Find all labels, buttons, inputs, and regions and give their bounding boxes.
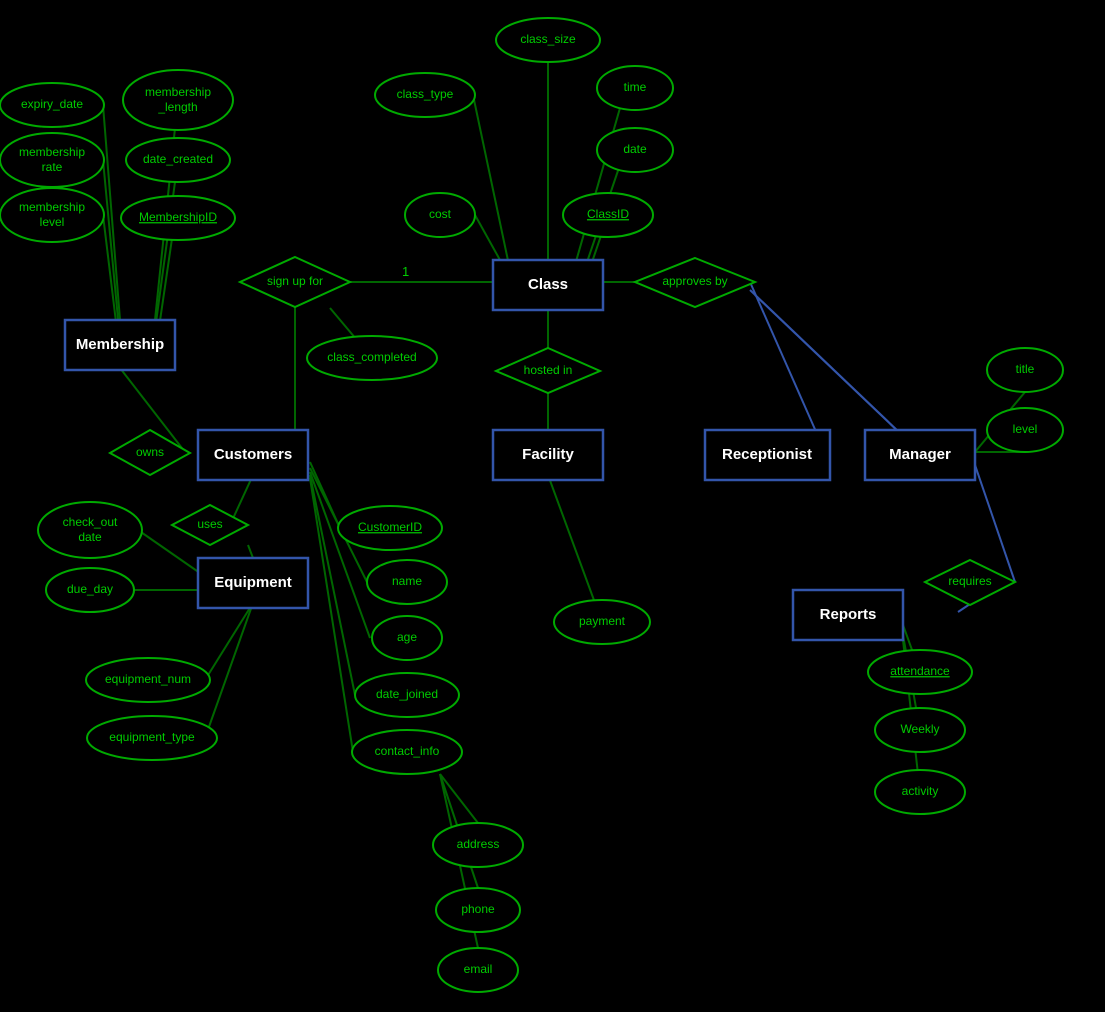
attr-email-label: email xyxy=(464,962,493,976)
attr-name-label: name xyxy=(392,574,422,588)
attr-date-joined-label: date_joined xyxy=(376,687,438,701)
entity-facility-label: Facility xyxy=(522,446,574,463)
attr-due-day-label: due_day xyxy=(67,582,113,596)
attr-attendance-label: attendance xyxy=(890,664,950,678)
attr-expiry-date-label: expiry_date xyxy=(21,97,83,111)
diamond-requires-label: requires xyxy=(948,574,991,588)
attr-payment-label: payment xyxy=(579,614,626,628)
entity-membership-label: Membership xyxy=(76,336,164,353)
entity-equipment-label: Equipment xyxy=(214,574,292,591)
attr-cost-label: cost xyxy=(429,207,452,221)
attr-title-label: title xyxy=(1016,362,1035,376)
diamond-hosted-in-label: hosted in xyxy=(524,363,573,377)
entity-manager-label: Manager xyxy=(889,446,951,463)
attr-membership-length-label: membership xyxy=(145,85,211,99)
diamond-approves-by-label: approves by xyxy=(662,274,727,288)
attr-date-label: date xyxy=(623,142,647,156)
attr-class-type-label: class_type xyxy=(397,87,454,101)
attr-age-label: age xyxy=(397,630,417,644)
er-diagram: Membership Customers Class Facility Rece… xyxy=(0,0,1105,1012)
attr-membership-length-label2: _length xyxy=(157,100,197,114)
diamond-owns-label: owns xyxy=(136,445,164,459)
attr-check-out-date-label: check_out xyxy=(63,515,118,529)
attr-check-out-date-label2: date xyxy=(78,530,102,544)
attr-customer-id-label: CustomerID xyxy=(358,520,422,534)
attr-class-size-label: class_size xyxy=(520,32,576,46)
attr-membership-level-label2: level xyxy=(40,215,65,229)
attr-class-completed-label: class_completed xyxy=(327,350,416,364)
attr-membership-level-label: membership xyxy=(19,200,85,214)
attr-membership-rate-label2: rate xyxy=(42,160,63,174)
entity-receptionist-label: Receptionist xyxy=(722,446,812,463)
entity-class-label: Class xyxy=(528,276,568,293)
attr-equipment-type-label: equipment_type xyxy=(109,730,195,744)
attr-membership-rate-label: membership xyxy=(19,145,85,159)
attr-address-label: address xyxy=(457,837,500,851)
attr-activity-label: activity xyxy=(902,784,939,798)
diamond-uses-label: uses xyxy=(197,517,222,531)
attr-class-id-label: ClassID xyxy=(587,207,629,221)
attr-date-created-label: date_created xyxy=(143,152,213,166)
attr-contact-info-label: contact_info xyxy=(375,744,440,758)
entity-customers-label: Customers xyxy=(214,446,292,463)
attr-membership-id-label: MembershipID xyxy=(139,210,217,224)
entity-reports-label: Reports xyxy=(820,606,877,623)
attr-equipment-num-label: equipment_num xyxy=(105,672,191,686)
attr-level-label: level xyxy=(1013,422,1038,436)
attr-time-label: time xyxy=(624,80,647,94)
attr-weekly-label: Weekly xyxy=(900,722,939,736)
diamond-sign-up-for-label: sign up for xyxy=(267,274,323,288)
attr-phone-label: phone xyxy=(461,902,495,916)
cardinality-mark: 1 xyxy=(402,264,409,279)
